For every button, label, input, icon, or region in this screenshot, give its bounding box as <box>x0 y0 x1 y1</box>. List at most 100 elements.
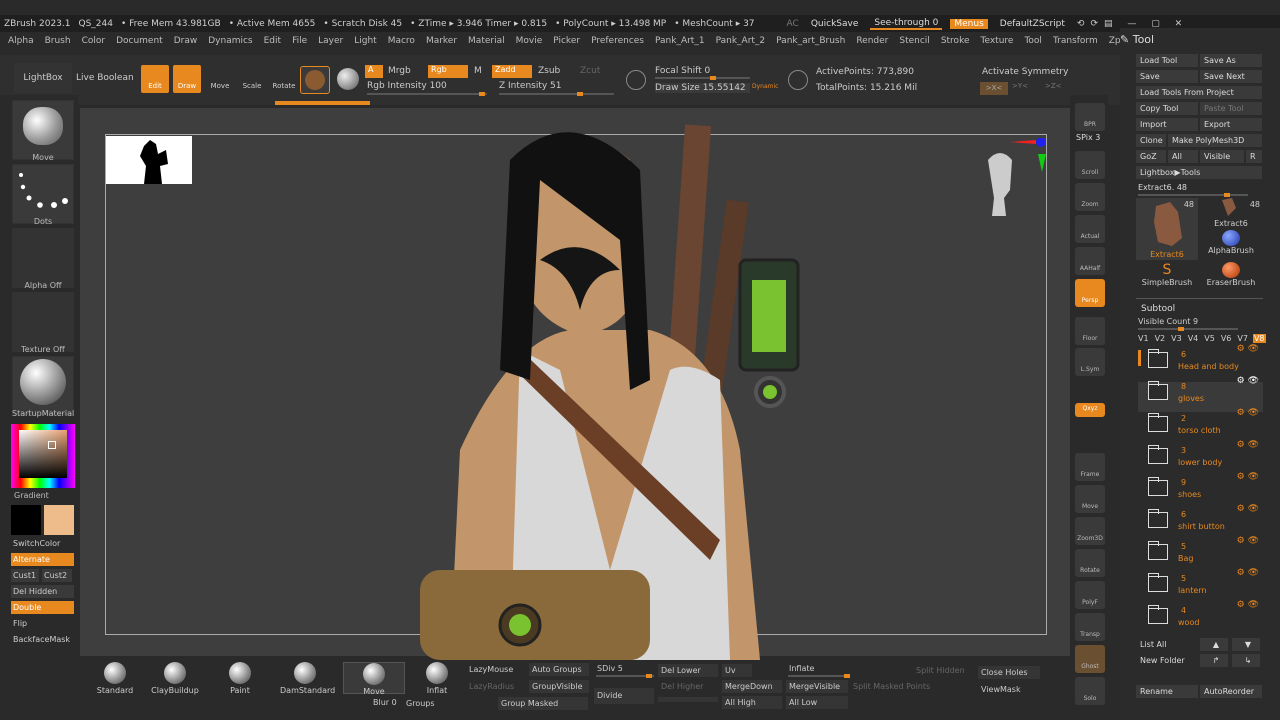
visibility-set-v1[interactable]: V1 <box>1137 334 1150 343</box>
subtool-visibility-icon[interactable]: ⚙ 👁 <box>1237 376 1259 386</box>
focal-shift-slider[interactable]: Focal Shift 0 <box>655 66 710 76</box>
menu-marker[interactable]: Marker <box>426 36 457 46</box>
zcut-button[interactable]: Zcut <box>580 66 600 76</box>
viewmask-button[interactable]: ViewMask <box>978 683 1040 696</box>
split-hidden-button[interactable]: Split Hidden <box>913 664 973 677</box>
material-thumb[interactable] <box>12 356 74 416</box>
visibility-set-v6[interactable]: V6 <box>1220 334 1233 343</box>
stroke-dots-thumb[interactable] <box>12 164 74 224</box>
subtool-visibility-icon[interactable]: ⚙ 👁 <box>1237 600 1259 610</box>
brush-move-thumb[interactable] <box>12 100 74 160</box>
shelf-rotate-button[interactable]: Rotate <box>1075 549 1105 577</box>
visible-count-track[interactable] <box>1138 327 1238 331</box>
del-lower-button[interactable]: Del Lower <box>658 664 718 677</box>
menu-movie[interactable]: Movie <box>516 36 543 46</box>
goz-r-button[interactable]: R <box>1246 150 1262 163</box>
tool-thumb-alphabrush[interactable]: AlphaBrush <box>1200 230 1262 260</box>
lazy-d-icon[interactable] <box>788 70 808 90</box>
activate-symmetry-button[interactable]: Activate Symmetry <box>982 67 1068 77</box>
lightbox-button[interactable]: LightBox <box>14 63 72 93</box>
menu-stencil[interactable]: Stencil <box>899 36 929 46</box>
inflate-slider[interactable]: Inflate <box>786 662 850 675</box>
menu-file[interactable]: File <box>292 36 307 46</box>
subtool-visibility-icon[interactable]: ⚙ 👁 <box>1237 408 1259 418</box>
visibility-set-v7[interactable]: V7 <box>1236 334 1249 343</box>
goz-visible-button[interactable]: Visible <box>1200 150 1244 163</box>
groups-button[interactable]: Groups <box>403 697 443 710</box>
switch-color-button[interactable]: SwitchColor <box>11 537 74 550</box>
gradient-label[interactable]: Gradient <box>14 491 76 500</box>
save-next-button[interactable]: Save Next <box>1200 70 1262 83</box>
subtool-visibility-icon[interactable]: ⚙ 👁 <box>1237 504 1259 514</box>
lazy-s-icon[interactable] <box>626 70 646 90</box>
alternate-button[interactable]: Alternate <box>11 553 74 566</box>
shelf-actual-button[interactable]: Actual <box>1075 215 1105 243</box>
export-button[interactable]: Export <box>1200 118 1262 131</box>
rgb-intensity-track[interactable] <box>367 92 487 96</box>
shelf-frame-button[interactable]: Frame <box>1075 453 1105 481</box>
lightbox-tools-button[interactable]: Lightbox▶Tools <box>1136 166 1262 179</box>
move-up-button[interactable]: ▲ <box>1200 638 1228 651</box>
uv-toggle[interactable]: Uv <box>722 664 752 677</box>
clone-button[interactable]: Clone <box>1136 134 1166 147</box>
main-color-swatch[interactable] <box>44 505 74 535</box>
shelf-polyf-button[interactable]: PolyF <box>1075 581 1105 609</box>
shelf-qxyz-button[interactable]: Qxyz <box>1075 403 1105 417</box>
edit-button[interactable]: Edit <box>141 65 169 93</box>
brush-icon[interactable] <box>300 66 330 94</box>
smt-toggle[interactable] <box>658 697 718 702</box>
menu-zplugin[interactable]: Zplugin <box>1109 36 1120 46</box>
group-visible-button[interactable]: GroupVisible <box>529 680 589 693</box>
material-sphere-icon[interactable] <box>337 68 359 90</box>
goz-all-button[interactable]: All <box>1168 150 1198 163</box>
merge-visible-button[interactable]: MergeVisible <box>786 680 848 693</box>
move-down-button[interactable]: ▼ <box>1232 638 1260 651</box>
menu-material[interactable]: Material <box>468 36 505 46</box>
menu-brush[interactable]: Brush <box>45 36 71 46</box>
subtool-visibility-icon[interactable]: ⚙ 👁 <box>1237 536 1259 546</box>
z-intensity-track[interactable] <box>499 92 614 96</box>
new-folder-button[interactable]: New Folder <box>1136 654 1198 667</box>
shelf-aahalf-button[interactable]: AAHalf <box>1075 247 1105 275</box>
tool-palette-title[interactable]: ✎ Tool <box>1120 33 1154 46</box>
draw-size-slider[interactable]: Draw Size 15.55142 <box>655 83 750 93</box>
focal-shift-track[interactable] <box>655 76 750 80</box>
inflate-track[interactable] <box>788 674 850 678</box>
subtool-header[interactable]: Subtool <box>1141 304 1175 314</box>
all-low-button[interactable]: All Low <box>786 696 848 709</box>
z-intensity-slider[interactable]: Z Intensity 51 <box>499 81 562 91</box>
menu-pank-art-2[interactable]: Pank_Art_2 <box>716 36 766 46</box>
zadd-button[interactable]: Zadd <box>492 65 532 78</box>
m-button[interactable]: M <box>474 66 482 76</box>
brush-move-button[interactable]: Move <box>343 662 405 696</box>
menu-preferences[interactable]: Preferences <box>591 36 644 46</box>
auto-groups-button[interactable]: Auto Groups <box>529 663 589 676</box>
move-in-icon[interactable]: ↳ <box>1232 654 1260 667</box>
menu-draw[interactable]: Draw <box>174 36 198 46</box>
shelf-ghost-button[interactable]: Ghost <box>1075 645 1105 673</box>
lazymouse-button[interactable]: LazyMouse <box>466 663 524 676</box>
visibility-set-v4[interactable]: V4 <box>1187 334 1200 343</box>
tool-thumb-extract6[interactable]: 48 Extract6 <box>1200 198 1262 228</box>
color-picker[interactable] <box>11 424 75 488</box>
tool-thumb-extract6-main[interactable]: 48 Extract6 <box>1136 198 1198 260</box>
lazyradius-slider[interactable]: LazyRadius <box>466 680 524 693</box>
menu-texture[interactable]: Texture <box>981 36 1014 46</box>
see-through-slider[interactable]: See-through 0 <box>870 18 943 30</box>
menu-color[interactable]: Color <box>82 36 106 46</box>
menu-alpha[interactable]: Alpha <box>8 36 34 46</box>
menu-dynamics[interactable]: Dynamics <box>208 36 252 46</box>
auto-reorder-button[interactable]: AutoReorder <box>1200 685 1262 698</box>
save-button[interactable]: Save <box>1136 70 1198 83</box>
window-controls[interactable]: ⟲⟳▤ — ▢ ✕ <box>1077 19 1188 29</box>
brush-paint-button[interactable]: Paint <box>215 662 265 695</box>
import-button[interactable]: Import <box>1136 118 1198 131</box>
menu-layer[interactable]: Layer <box>318 36 343 46</box>
save-as-button[interactable]: Save As <box>1200 54 1262 67</box>
rgb-intensity-slider[interactable]: Rgb Intensity 100 <box>367 81 447 91</box>
menu-pank-art-brush[interactable]: Pank_art_Brush <box>776 36 845 46</box>
alpha-thumb[interactable] <box>12 228 74 288</box>
cust1-button[interactable]: Cust1 <box>11 569 39 582</box>
subtool-visibility-icon[interactable]: ⚙ 👁 <box>1237 568 1259 578</box>
group-masked-button[interactable]: Group Masked <box>498 697 588 710</box>
